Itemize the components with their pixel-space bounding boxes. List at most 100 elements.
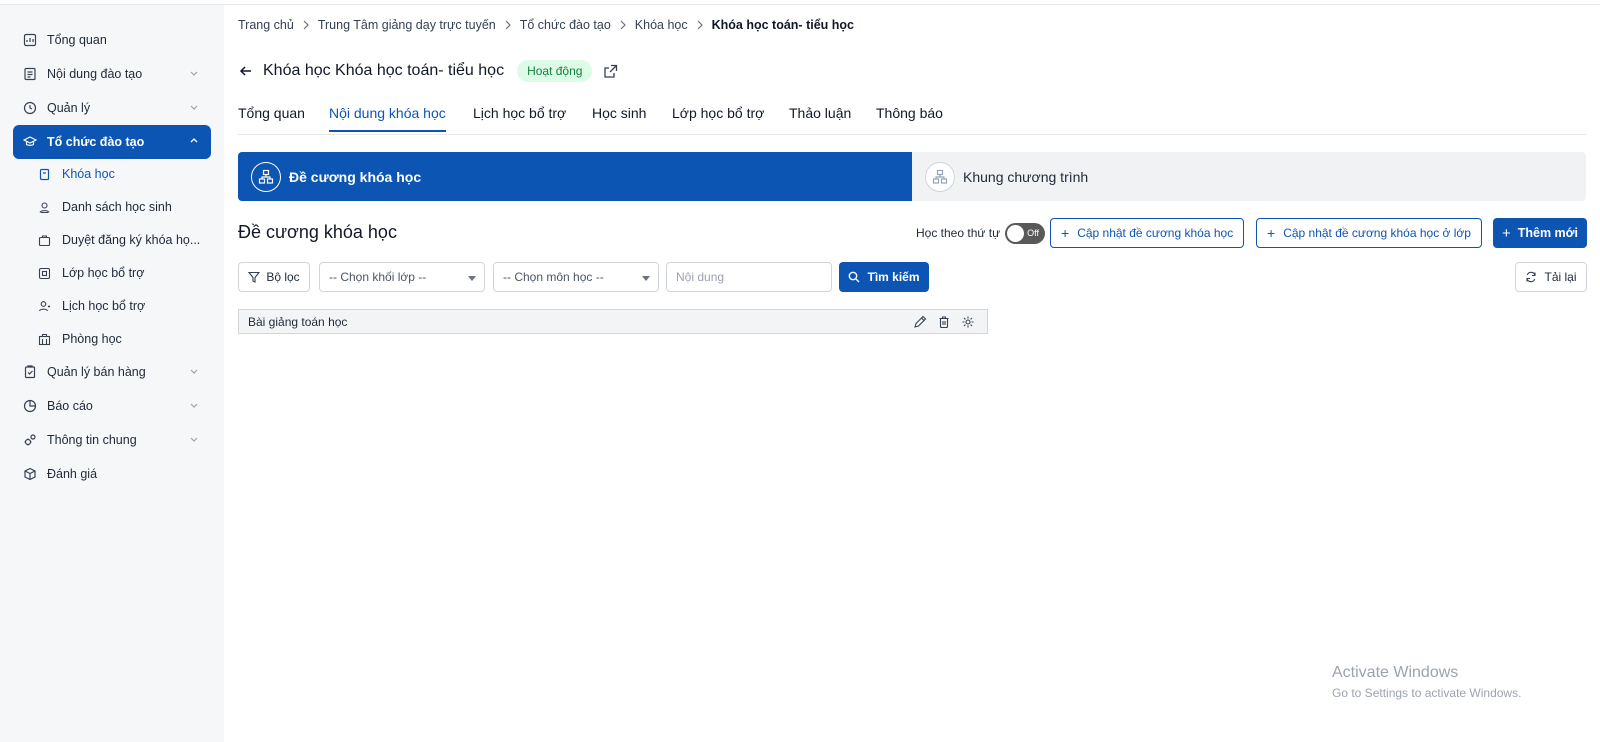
check-circle-icon [23,101,37,115]
sidebar-subitem-label: Lớp học bổ trợ [62,266,145,280]
search-icon [849,271,860,283]
sidebar-item-thong-tin-chung[interactable]: Thông tin chung [13,423,211,457]
step-khung-chuong-trinh[interactable]: Khung chương trình [912,152,1586,201]
windows-activation-watermark: Activate Windows Go to Settings to activ… [1332,664,1521,700]
pie-chart-icon [23,399,37,413]
step-label: Đề cương khóa học [289,168,422,185]
caret-down-icon [642,276,650,281]
sidebar-subitem-label: Danh sách học sinh [62,200,172,214]
button-label: Cập nhật đề cương khóa học ở lớp [1283,226,1471,240]
sidebar-subitem-khoa-hoc[interactable]: Khóa học [13,159,211,189]
chevron-right-icon [696,20,704,30]
chevron-down-icon [190,437,198,442]
sidebar-item-label: Quản lý bán hàng [47,365,146,379]
briefcase-icon [38,234,51,247]
delete-icon[interactable] [937,315,951,329]
outline-row[interactable]: Bài giảng toán học [238,309,988,334]
reload-button[interactable]: Tải lại [1515,262,1587,292]
button-label: Bộ lọc [266,270,300,284]
back-arrow-icon[interactable] [238,63,254,79]
sidebar-subitem-label: Lịch học bổ trợ [62,299,146,313]
chevron-down-icon [190,71,198,76]
building-icon [38,333,51,346]
search-button[interactable]: Tìm kiếm [839,262,929,292]
user-schedule-icon [38,300,51,313]
sidebar-item-label: Báo cáo [47,399,93,413]
step-de-cuong[interactable]: Đề cương khóa học [238,152,912,201]
gears-icon [23,433,37,447]
sidebar-subitem-phong-hoc[interactable]: Phòng học [13,324,211,354]
order-toggle-label: Học theo thứ tự [916,226,1001,240]
sidebar-item-bao-cao[interactable]: Báo cáo [13,389,211,423]
student-icon [38,201,51,214]
sidebar: Tổng quan Nội dung đào tạo Quản lý Tổ ch… [0,5,224,742]
cube-icon [23,467,37,481]
breadcrumb-home[interactable]: Trang chủ [238,18,294,32]
button-label: Tìm kiếm [867,270,920,284]
edit-icon[interactable] [913,315,927,329]
tab-bar: Tổng quan Nội dung khóa học Lịch học bổ … [238,101,1586,135]
tab-lich-hoc-bo-tro[interactable]: Lịch học bổ trợ [473,105,566,121]
framework-icon [925,161,955,192]
button-label: Tải lại [1544,270,1577,284]
sidebar-item-tong-quan[interactable]: Tổng quan [13,23,211,57]
external-link-icon[interactable] [602,63,619,80]
order-toggle[interactable]: Off [1005,223,1045,244]
subject-select[interactable]: -- Chọn môn học -- [493,262,659,292]
button-label: Cập nhật đề cương khóa học [1077,226,1234,240]
sidebar-subitem-duyet-dang-ky[interactable]: Duyệt đăng ký khóa họ... [13,225,211,255]
classroom-icon [38,267,51,280]
sidebar-item-quan-ly-ban-hang[interactable]: Quản lý bán hàng [13,355,211,389]
content-search-input[interactable] [666,262,832,292]
document-icon [23,67,37,81]
tab-noi-dung-khoa-hoc[interactable]: Nội dung khóa học [329,105,446,132]
page-title: Khóa học Khóa học toán- tiểu học [263,62,505,79]
status-badge: Hoạt động [517,60,593,82]
breadcrumb-training[interactable]: Tổ chức đào tạo [520,18,611,32]
sidebar-subitem-lop-hoc-bo-tro[interactable]: Lớp học bổ trợ [13,258,211,288]
settings-icon[interactable] [961,315,975,329]
tab-thong-bao[interactable]: Thông báo [876,105,943,121]
update-outline-button[interactable]: + Cập nhật đề cương khóa học [1050,218,1245,248]
sidebar-subitem-label: Khóa học [62,167,115,181]
sidebar-item-label: Tổ chức đào tạo [47,135,145,149]
select-value: -- Chọn khối lớp -- [329,270,427,284]
breadcrumb-courses[interactable]: Khóa học [635,18,688,32]
chevron-up-icon [190,138,198,143]
filter-icon [248,271,261,283]
filter-button[interactable]: Bộ lọc [238,262,310,292]
outline-row-title: Bài giảng toán học [248,314,348,329]
book-icon [38,168,51,181]
sidebar-item-noi-dung-dao-tao[interactable]: Nội dung đào tạo [13,57,211,91]
sidebar-item-to-chuc-dao-tao[interactable]: Tổ chức đào tạo [13,125,211,159]
update-outline-class-button[interactable]: + Cập nhật đề cương khóa học ở lớp [1256,218,1482,248]
tab-thao-luan[interactable]: Thảo luận [789,105,851,121]
toggle-state-text: Off [1027,228,1039,238]
sidebar-subitem-lich-hoc-bo-tro[interactable]: Lịch học bổ trợ [13,291,211,321]
sidebar-subitem-label: Phòng học [62,332,122,346]
sidebar-item-label: Tổng quan [47,33,107,47]
watermark-subtitle: Go to Settings to activate Windows. [1332,686,1522,700]
plus-icon: + [1501,224,1511,242]
add-new-button[interactable]: + Thêm mới [1493,218,1587,248]
plus-icon: + [1061,225,1070,241]
refresh-icon [1526,271,1537,283]
sidebar-item-danh-gia[interactable]: Đánh giá [13,457,211,491]
tab-hoc-sinh[interactable]: Học sinh [592,105,646,121]
chevron-down-icon [190,369,198,374]
step-label: Khung chương trình [963,168,1089,185]
outline-icon [251,161,281,192]
sidebar-item-quan-ly[interactable]: Quản lý [13,91,211,125]
tab-tong-quan[interactable]: Tổng quan [238,105,305,121]
sidebar-item-label: Nội dung đào tạo [47,67,143,81]
sidebar-subitem-label: Duyệt đăng ký khóa họ... [62,233,201,247]
section-title: Đề cương khóa học [238,222,397,242]
row-actions [913,315,975,329]
breadcrumb-current: Khóa học toán- tiểu học [711,18,854,32]
top-border [0,0,1600,5]
breadcrumb-center[interactable]: Trung Tâm giảng dạy trực tuyến [318,18,496,32]
sidebar-subitem-danh-sach-hoc-sinh[interactable]: Danh sách học sinh [13,192,211,222]
tab-lop-hoc-bo-tro[interactable]: Lớp học bổ trợ [672,105,764,121]
grade-select[interactable]: -- Chọn khối lớp -- [319,262,485,292]
select-value: -- Chọn môn học -- [503,270,604,284]
